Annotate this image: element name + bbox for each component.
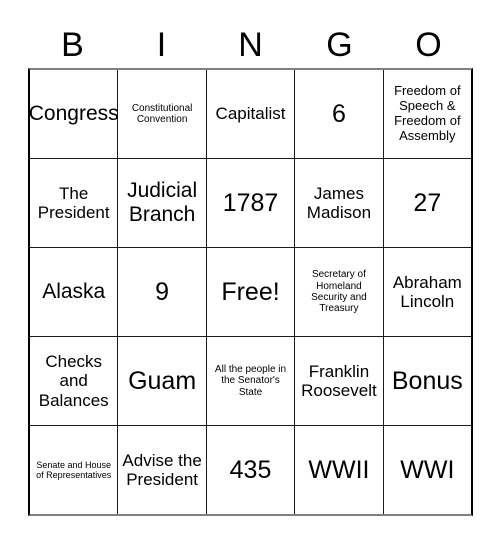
bingo-cell-b4[interactable]: Checks and Balances [30, 337, 119, 425]
bingo-row: The President Judicial Branch 1787 James… [30, 159, 471, 248]
bingo-cell-o5[interactable]: WWI [384, 426, 471, 514]
bingo-cell-o2[interactable]: 27 [384, 159, 471, 247]
bingo-cell-g4[interactable]: Franklin Roosevelt [295, 337, 384, 425]
bingo-cell-n1[interactable]: Capitalist [207, 70, 296, 158]
bingo-cell-n5[interactable]: 435 [207, 426, 296, 514]
bingo-cell-b5[interactable]: Senate and House of Representatives [30, 426, 119, 514]
bingo-row: Checks and Balances Guam All the people … [30, 337, 471, 426]
bingo-cell-b2[interactable]: The President [30, 159, 119, 247]
bingo-cell-i4[interactable]: Guam [118, 337, 207, 425]
bingo-cell-b1[interactable]: Congress [29, 70, 119, 158]
bingo-cell-free-space[interactable]: Free! [207, 248, 296, 336]
bingo-cell-g3[interactable]: Secretary of Homeland Security and Treas… [295, 248, 384, 336]
bingo-cell-o1[interactable]: Freedom of Speech & Freedom of Assembly [384, 70, 471, 158]
bingo-header-letter-i: I [156, 26, 167, 64]
bingo-row: Senate and House of Representatives Advi… [30, 426, 471, 514]
bingo-cell-o4[interactable]: Bonus [384, 337, 471, 425]
bingo-cell-i2[interactable]: Judicial Branch [118, 159, 207, 247]
bingo-cell-g2[interactable]: James Madison [295, 159, 384, 247]
bingo-cell-b3[interactable]: Alaska [30, 248, 119, 336]
bingo-row: Alaska 9 Free! Secretary of Homeland Sec… [30, 248, 471, 337]
bingo-cell-n4[interactable]: All the people in the Senator's State [207, 337, 296, 425]
bingo-header-letter-g: G [326, 26, 353, 64]
bingo-cell-n2[interactable]: 1787 [207, 159, 296, 247]
bingo-cell-i1[interactable]: Constitutional Convention [118, 70, 207, 158]
bingo-cell-o3[interactable]: Abraham Lincoln [384, 248, 471, 336]
bingo-cell-g5[interactable]: WWII [295, 426, 384, 514]
bingo-cell-i3[interactable]: 9 [118, 248, 207, 336]
bingo-header-letter-n: N [238, 26, 263, 64]
bingo-header: B I N G O [28, 22, 473, 68]
bingo-row: Congress Constitutional Convention Capit… [29, 70, 471, 159]
bingo-cell-i5[interactable]: Advise the President [118, 426, 207, 514]
bingo-grid: Congress Constitutional Convention Capit… [28, 68, 473, 516]
bingo-card: B I N G O Congress Constitutional Conven… [0, 0, 500, 544]
bingo-header-letter-b: B [61, 26, 84, 64]
bingo-cell-g1[interactable]: 6 [295, 70, 384, 158]
bingo-header-letter-o: O [415, 26, 442, 64]
